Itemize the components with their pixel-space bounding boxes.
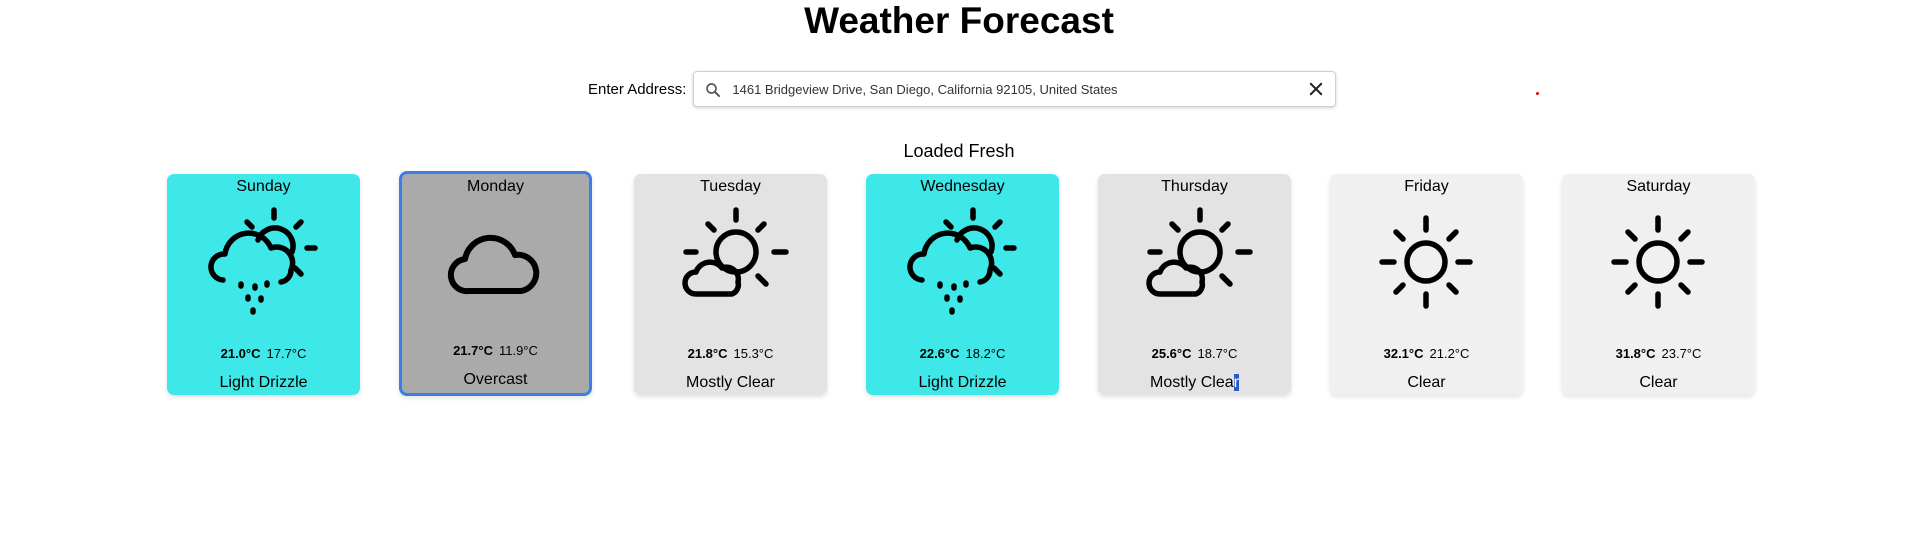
search-icon [706, 83, 721, 97]
weather-page: Weather Forecast Enter Address: Loaded F… [0, 0, 1918, 537]
drizzle-icon [907, 207, 1017, 315]
condition-label: Clear [1407, 374, 1446, 391]
temperature-range: 21.7°C 11.9°C [402, 343, 589, 358]
high-temp: 32.1°C [1383, 346, 1424, 361]
high-temp: 21.8°C [687, 346, 728, 361]
page-title: Weather Forecast [804, 0, 1114, 41]
low-temp: 23.7°C [1661, 346, 1702, 361]
condition-label: Overcast [463, 371, 528, 388]
low-temp: 18.7°C [1197, 346, 1238, 361]
partly-cloudy-icon [682, 207, 789, 297]
sun-icon [1379, 215, 1473, 309]
high-temp: 21.0°C [220, 346, 261, 361]
cursor-dot [1536, 92, 1539, 95]
condition-label: Mostly Clear [686, 374, 775, 391]
address-label: Enter Address: [588, 80, 687, 98]
condition-label: Mostly Clear [1098, 374, 1291, 392]
high-temp: 25.6°C [1151, 346, 1192, 361]
day-label: Wednesday [920, 178, 1005, 195]
temperature-range: 21.0°C 17.7°C [167, 346, 360, 361]
condition-text: Mostly Clea [1150, 374, 1234, 391]
day-label: Monday [467, 178, 524, 195]
condition-label: Clear [1639, 374, 1678, 391]
high-temp: 31.8°C [1615, 346, 1656, 361]
low-temp: 15.3°C [733, 346, 774, 361]
low-temp: 17.7°C [266, 346, 307, 361]
condition-label: Light Drizzle [219, 374, 308, 391]
forecast-card-wednesday[interactable]: Wednesday 22.6°C 18.2°C Light Drizzle [866, 174, 1059, 395]
temperature-range: 32.1°C 21.2°C [1330, 346, 1523, 361]
day-label: Tuesday [700, 178, 761, 195]
forecast-card-friday[interactable]: Friday 32.1°C 21.2°C Clear [1330, 174, 1523, 395]
address-input[interactable] [732, 72, 1293, 106]
cloud-icon [447, 234, 540, 295]
day-label: Thursday [1161, 178, 1228, 195]
day-label: Saturday [1626, 178, 1691, 195]
load-status: Loaded Fresh [903, 141, 1015, 161]
address-search-box[interactable] [693, 71, 1337, 107]
low-temp: 18.2°C [965, 346, 1006, 361]
text-selection: r [1233, 374, 1239, 391]
forecast-card-thursday[interactable]: Thursday 25.6°C 18.7°C Mostly Clear [1098, 174, 1291, 395]
temperature-range: 22.6°C 18.2°C [866, 346, 1059, 361]
low-temp: 21.2°C [1429, 346, 1470, 361]
high-temp: 21.7°C [453, 343, 493, 358]
forecast-list: Sunday 21.0°C 17.7°C Light Drizzle Monda… [0, 171, 1918, 404]
forecast-card-monday[interactable]: Monday 21.7°C 11.9°C Overcast [399, 171, 592, 396]
temperature-range: 25.6°C 18.7°C [1098, 346, 1291, 361]
sun-icon [1611, 215, 1705, 309]
day-label: Friday [1404, 178, 1449, 195]
forecast-card-saturday[interactable]: Saturday 31.8°C 23.7°C Clear [1562, 174, 1755, 395]
close-icon[interactable] [1307, 80, 1325, 98]
condition-label: Light Drizzle [918, 374, 1007, 391]
forecast-card-tuesday[interactable]: Tuesday 21.8°C 15.3°C Mostly Clear [634, 174, 827, 395]
partly-cloudy-icon [1146, 207, 1253, 297]
low-temp: 11.9°C [498, 343, 538, 358]
day-label: Sunday [236, 178, 291, 195]
temperature-range: 31.8°C 23.7°C [1562, 346, 1755, 361]
temperature-range: 21.8°C 15.3°C [634, 346, 827, 361]
high-temp: 22.6°C [919, 346, 960, 361]
address-row: Enter Address: [588, 70, 1337, 108]
drizzle-icon [208, 207, 318, 315]
forecast-card-sunday[interactable]: Sunday 21.0°C 17.7°C Light Drizzle [167, 174, 360, 395]
